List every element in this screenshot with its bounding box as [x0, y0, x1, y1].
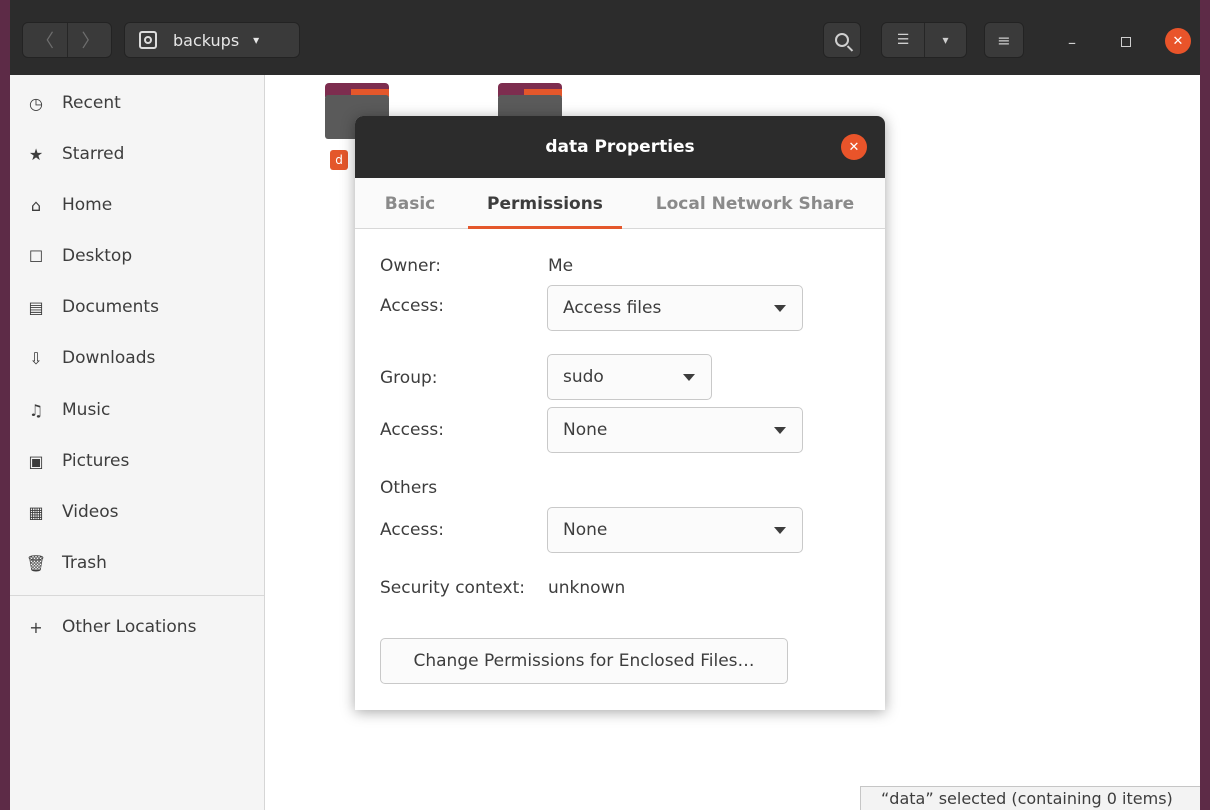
- sidebar-separator: [10, 595, 264, 596]
- view-options-dropdown[interactable]: ▾: [925, 23, 966, 57]
- home-icon: ⌂: [30, 195, 42, 215]
- tab-basic[interactable]: Basic: [375, 178, 445, 229]
- file-manager-window: 〈 〉 backups ▾ ☰ ▾ ≡ – ✕ ◷ Recent ★ Starr…: [10, 0, 1200, 810]
- owner-access-label: Access:: [380, 296, 444, 316]
- sidebar-item-label: Starred: [62, 144, 125, 164]
- sidebar-item-label: Desktop: [62, 246, 133, 266]
- group-dropdown[interactable]: sudo: [547, 354, 712, 400]
- caret-down-icon: [774, 305, 786, 312]
- window-frame-left: [0, 0, 10, 810]
- downloads-icon: ⇩: [29, 348, 43, 368]
- owner-access-value: Access files: [563, 298, 662, 318]
- change-enclosed-permissions-button[interactable]: Change Permissions for Enclosed Files…: [380, 638, 788, 684]
- selection-status-text: “data” selected (containing 0 items): [881, 789, 1173, 808]
- window-frame-right: [1200, 0, 1210, 810]
- forward-button[interactable]: 〉: [68, 23, 113, 57]
- sidebar-item-home[interactable]: ⌂ Home: [10, 185, 264, 225]
- sidebar-item-videos[interactable]: ▦ Videos: [10, 492, 264, 532]
- sidebar-item-downloads[interactable]: ⇩ Downloads: [10, 338, 264, 378]
- navigation-group: 〈 〉: [22, 22, 112, 58]
- plus-icon: +: [29, 617, 43, 637]
- close-icon: ✕: [1172, 33, 1184, 49]
- back-button[interactable]: 〈: [23, 23, 68, 57]
- tab-permissions[interactable]: Permissions: [468, 178, 622, 229]
- documents-icon: ▤: [28, 297, 44, 317]
- caret-down-icon: [683, 374, 695, 381]
- sidebar-item-label: Music: [62, 400, 111, 420]
- sidebar-item-desktop[interactable]: ☐ Desktop: [10, 236, 264, 276]
- close-icon: ✕: [848, 139, 860, 155]
- dialog-close-button[interactable]: ✕: [841, 134, 867, 160]
- security-context-label: Security context:: [380, 578, 526, 598]
- caret-down-icon: ▾: [253, 33, 260, 47]
- videos-icon: ▦: [28, 502, 44, 522]
- sidebar-item-label: Videos: [62, 502, 119, 522]
- sidebar-item-label: Documents: [62, 297, 159, 317]
- owner-label: Owner:: [380, 256, 441, 276]
- view-options-group: ☰ ▾: [881, 22, 967, 58]
- header-bar: 〈 〉 backups ▾ ☰ ▾ ≡ – ✕: [10, 0, 1200, 75]
- owner-access-dropdown[interactable]: Access files: [547, 285, 803, 331]
- properties-dialog: data Properties ✕ Basic Permissions Loca…: [355, 116, 885, 710]
- trash-icon: 🗑: [25, 553, 47, 573]
- status-bar: “data” selected (containing 0 items): [860, 786, 1200, 810]
- search-icon: [835, 33, 849, 47]
- chevron-right-icon: 〉: [81, 31, 100, 52]
- sidebar-item-label: Pictures: [62, 451, 130, 471]
- sidebar-item-music[interactable]: ♫ Music: [10, 390, 264, 430]
- tab-local-network-share[interactable]: Local Network Share: [645, 178, 865, 229]
- group-value: sudo: [563, 367, 604, 387]
- location-label: backups: [173, 30, 240, 50]
- sidebar-item-label: Downloads: [62, 348, 156, 368]
- sidebar-item-documents[interactable]: ▤ Documents: [10, 287, 264, 327]
- main-menu-button[interactable]: ≡: [984, 22, 1024, 58]
- star-icon: ★: [28, 144, 44, 164]
- dialog-title-bar: data Properties: [355, 116, 885, 178]
- button-label: Change Permissions for Enclosed Files…: [413, 651, 755, 671]
- sidebar-item-trash[interactable]: 🗑 Trash: [10, 543, 264, 583]
- group-access-label: Access:: [380, 420, 444, 440]
- desktop-icon: ☐: [28, 246, 44, 266]
- security-context-value: unknown: [548, 578, 626, 598]
- dialog-title: data Properties: [545, 137, 695, 157]
- dialog-tabs: Basic Permissions Local Network Share: [355, 178, 885, 229]
- others-access-label: Access:: [380, 520, 444, 540]
- maximize-icon: [1121, 37, 1131, 47]
- minimize-icon: –: [1068, 32, 1076, 52]
- drive-icon: [139, 31, 157, 49]
- others-label: Others: [380, 478, 438, 498]
- owner-value: Me: [548, 256, 574, 276]
- minimize-button[interactable]: –: [1060, 30, 1084, 54]
- sidebar-item-recent[interactable]: ◷ Recent: [10, 83, 264, 123]
- group-access-dropdown[interactable]: None: [547, 407, 803, 453]
- sidebar-item-label: Other Locations: [62, 617, 197, 637]
- hamburger-menu-icon: ≡: [997, 30, 1011, 50]
- caret-down-icon: [774, 427, 786, 434]
- sidebar-item-label: Recent: [62, 93, 121, 113]
- folder-name-label: d: [330, 150, 348, 170]
- sidebar: ◷ Recent ★ Starred ⌂ Home ☐ Desktop ▤ Do…: [10, 75, 265, 810]
- sidebar-item-starred[interactable]: ★ Starred: [10, 134, 264, 174]
- chevron-left-icon: 〈: [36, 31, 54, 52]
- sidebar-item-other-locations[interactable]: + Other Locations: [10, 607, 264, 647]
- sidebar-item-pictures[interactable]: ▣ Pictures: [10, 441, 264, 481]
- clock-icon: ◷: [29, 93, 43, 113]
- others-access-value: None: [563, 520, 608, 540]
- caret-down-icon: ▾: [942, 33, 949, 47]
- group-label: Group:: [380, 368, 438, 388]
- music-icon: ♫: [28, 400, 44, 420]
- group-access-value: None: [563, 420, 608, 440]
- list-view-button[interactable]: ☰: [882, 23, 925, 57]
- pictures-icon: ▣: [28, 451, 44, 471]
- sidebar-item-label: Home: [62, 195, 113, 215]
- others-access-dropdown[interactable]: None: [547, 507, 803, 553]
- window-close-button[interactable]: ✕: [1165, 28, 1191, 54]
- list-view-icon: ☰: [896, 32, 910, 48]
- location-path-button[interactable]: backups ▾: [124, 22, 300, 58]
- search-button[interactable]: [823, 22, 861, 58]
- sidebar-item-label: Trash: [62, 553, 107, 573]
- caret-down-icon: [774, 527, 786, 534]
- maximize-button[interactable]: [1114, 30, 1138, 54]
